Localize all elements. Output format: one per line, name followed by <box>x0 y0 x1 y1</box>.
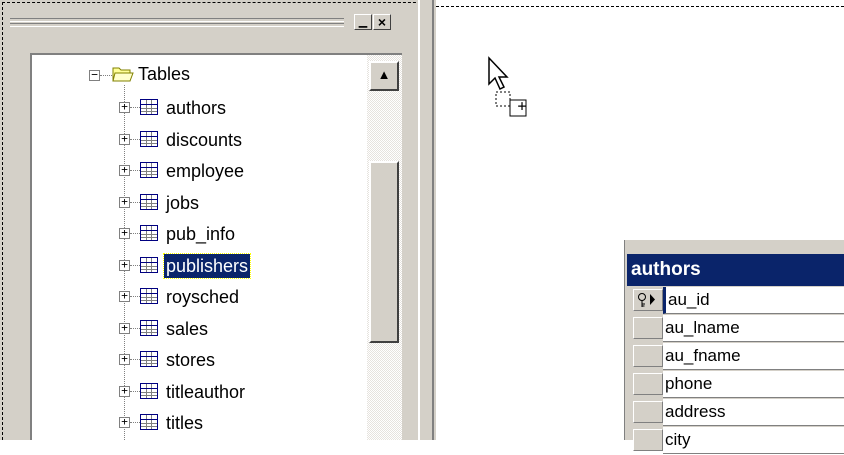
tree-item-label: jobs <box>166 192 200 213</box>
tree-root-label: Tables <box>138 64 191 84</box>
column-name: au_fname <box>663 343 844 370</box>
collapse-icon[interactable]: − <box>89 69 100 81</box>
table-icon <box>140 319 158 336</box>
tree-item-employee[interactable]: + employee <box>32 156 367 188</box>
tree-connector <box>100 75 112 77</box>
drag-copy-cursor-icon <box>488 56 527 117</box>
drag-outline-top <box>436 6 844 8</box>
tree-connector <box>130 201 140 204</box>
tree-item-authors[interactable]: + authors <box>32 93 367 125</box>
folder-open-icon <box>112 67 134 82</box>
close-button[interactable]: × <box>373 14 391 30</box>
expand-icon[interactable]: + <box>119 353 130 365</box>
expand-icon[interactable]: + <box>119 416 130 428</box>
scroll-thumb[interactable] <box>369 161 399 343</box>
tree-connector <box>130 327 140 330</box>
authors-table-window[interactable]: authors au_id au_lname au_fname phone addres… <box>624 240 844 454</box>
tree-connector <box>130 390 140 393</box>
tree-item-label: discounts <box>166 129 243 150</box>
tree-connector <box>130 107 140 109</box>
key-icon <box>638 293 655 307</box>
table-icon <box>140 351 158 367</box>
primary-key-selector[interactable] <box>633 289 663 311</box>
tree-connector <box>130 422 140 424</box>
tree-item-label: roysched <box>166 287 240 307</box>
tree-item-label: authors <box>166 98 227 118</box>
tree-connector <box>130 138 140 141</box>
tree-item-publishers[interactable]: + publishers <box>32 251 367 283</box>
column-name: address <box>663 399 844 426</box>
table-icon <box>140 382 158 399</box>
table-icon <box>140 130 158 147</box>
column-row[interactable]: city <box>627 427 844 455</box>
row-selector[interactable] <box>633 345 663 367</box>
table-icon <box>140 225 158 241</box>
column-row[interactable]: address <box>627 399 844 427</box>
column-row[interactable]: au_id <box>627 287 844 315</box>
expand-icon[interactable]: + <box>119 322 130 334</box>
table-icon <box>140 414 158 430</box>
tree-item-label: publishers <box>162 252 252 279</box>
tree-connector <box>130 359 140 361</box>
expand-icon[interactable]: + <box>119 164 130 176</box>
tree-connector <box>130 233 140 235</box>
column-row[interactable]: phone <box>627 371 844 399</box>
row-selector[interactable] <box>633 317 663 339</box>
minimize-button[interactable]: ▁ <box>354 14 372 30</box>
expand-icon[interactable]: + <box>119 227 130 239</box>
close-icon: × <box>377 14 387 30</box>
table-icon <box>140 288 158 304</box>
tree-item-roysched[interactable]: + roysched <box>32 282 367 314</box>
tree-item-discounts[interactable]: + discounts <box>32 125 367 157</box>
tree-connector <box>130 296 140 298</box>
tree-item-titles[interactable]: + titles <box>32 408 367 440</box>
table-icon <box>140 193 158 210</box>
pane-right-line <box>432 0 434 440</box>
column-row[interactable]: au_lname <box>627 315 844 343</box>
column-name: au_id <box>663 287 844 314</box>
tree-item-label: stores <box>166 350 216 370</box>
tree-item-jobs[interactable]: + jobs <box>32 188 367 220</box>
authors-table-title[interactable]: authors <box>627 254 844 286</box>
row-selector[interactable] <box>633 429 663 451</box>
scroll-up-icon: ▲ <box>377 67 391 82</box>
expand-icon[interactable]: + <box>119 196 130 208</box>
tree-item-stores[interactable]: + stores <box>32 345 367 377</box>
pane-grip[interactable] <box>10 16 344 32</box>
tree-vertical-scrollbar[interactable]: ▲ <box>367 53 402 440</box>
expand-icon[interactable]: + <box>119 259 130 271</box>
tree-item-label: pub_info <box>166 224 236 244</box>
table-icon <box>140 99 158 115</box>
expand-icon[interactable]: + <box>119 290 130 302</box>
table-icon <box>140 162 158 178</box>
column-name: au_lname <box>663 315 844 342</box>
tree-root-tables[interactable]: − Tables <box>32 61 367 93</box>
expand-icon[interactable]: + <box>119 133 130 145</box>
tree-connector <box>130 170 140 172</box>
minimize-icon: ▁ <box>358 16 368 28</box>
expand-icon[interactable]: + <box>119 385 130 397</box>
table-icon <box>140 256 158 273</box>
column-name: phone <box>663 371 844 398</box>
column-name: city <box>663 427 844 454</box>
table-tree[interactable]: − Tables + authors + discounts + employee + job… <box>30 53 367 440</box>
tree-item-label: sales <box>166 318 209 339</box>
expand-icon[interactable]: + <box>119 101 130 113</box>
row-selector[interactable] <box>633 373 663 395</box>
row-selector[interactable] <box>633 401 663 423</box>
tree-item-pub-info[interactable]: + pub_info <box>32 219 367 251</box>
scroll-up-button[interactable]: ▲ <box>369 61 399 91</box>
tree-item-label: titleauthor <box>166 381 246 402</box>
tree-item-label: employee <box>166 161 245 181</box>
tree-item-titleauthor[interactable]: + titleauthor <box>32 377 367 409</box>
drag-plus-icon: + <box>517 97 527 115</box>
column-row[interactable]: au_fname <box>627 343 844 371</box>
tree-item-label: titles <box>166 413 204 433</box>
tree-item-sales[interactable]: + sales <box>32 314 367 346</box>
tree-connector <box>130 264 140 267</box>
